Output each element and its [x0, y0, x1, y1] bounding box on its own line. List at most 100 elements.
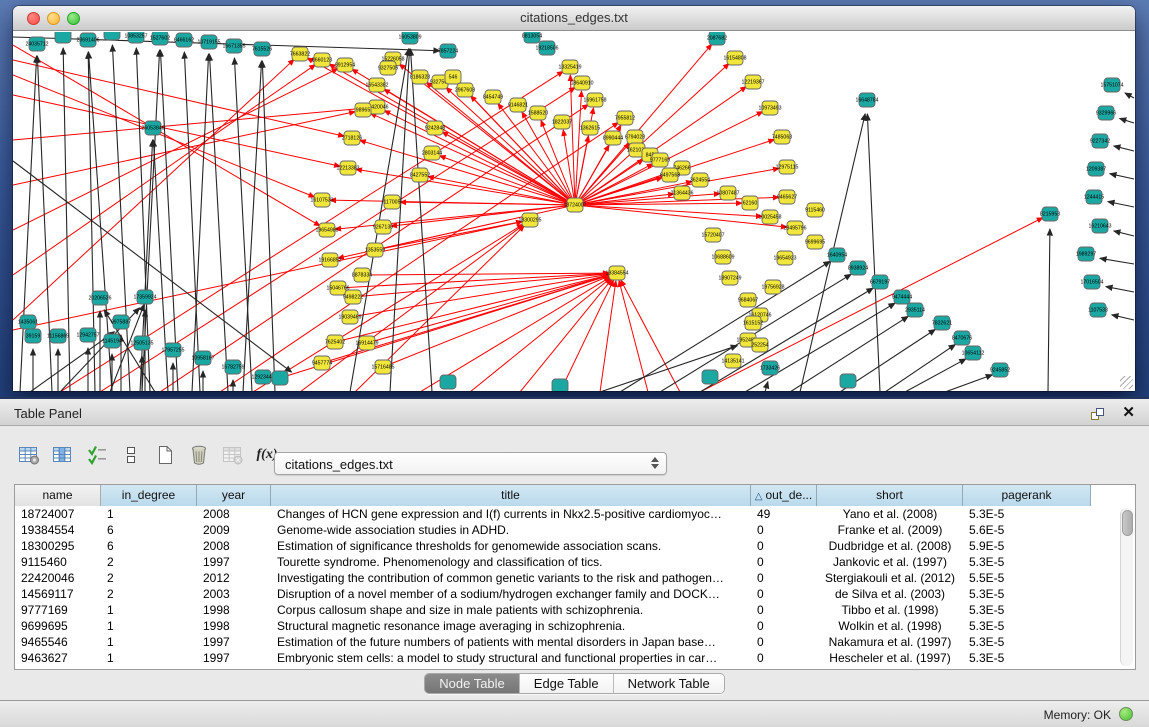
graph-edge[interactable]: [621, 280, 680, 391]
graph-edge[interactable]: [335, 275, 609, 342]
column-header-year[interactable]: year: [197, 485, 271, 506]
cell-year[interactable]: 2008: [197, 506, 271, 522]
cell-short[interactable]: Stergiakouli et al. (2012): [817, 570, 963, 586]
cell-pagerank[interactable]: 5.6E-5: [963, 522, 1091, 538]
cell-year[interactable]: 2012: [197, 570, 271, 586]
table-rows-icon[interactable]: [116, 441, 146, 469]
graph-edge[interactable]: [945, 375, 992, 391]
cell-year[interactable]: 1997: [197, 634, 271, 650]
graph-node[interactable]: [840, 374, 856, 388]
table-scrollbar[interactable]: [1120, 508, 1133, 666]
table-row[interactable]: 2242004622012Investigating the contribut…: [15, 570, 1135, 586]
graph-edge[interactable]: [570, 75, 575, 205]
close-panel-icon[interactable]: ✕: [1122, 403, 1135, 421]
graph-edge[interactable]: [209, 54, 228, 391]
column-header-name[interactable]: name: [15, 485, 101, 506]
cell-year[interactable]: 1997: [197, 554, 271, 570]
graph-node[interactable]: [104, 32, 120, 40]
cell-in_degree[interactable]: 1: [101, 634, 197, 650]
cell-year[interactable]: 2008: [197, 538, 271, 554]
cell-year[interactable]: 1998: [197, 602, 271, 618]
cell-short[interactable]: Yano et al. (2008): [817, 506, 963, 522]
cell-short[interactable]: de Silva et al. (2003): [817, 586, 963, 602]
graph-node[interactable]: [272, 371, 288, 385]
graph-edge[interactable]: [400, 202, 575, 205]
graph-edge[interactable]: [420, 277, 610, 391]
cell-name[interactable]: 9465546: [15, 634, 101, 650]
table-scrollbar-thumb[interactable]: [1122, 510, 1133, 536]
graph-edge[interactable]: [765, 382, 768, 391]
graph-edge[interactable]: [262, 61, 275, 391]
cell-name[interactable]: 9699695: [15, 618, 101, 634]
cell-short[interactable]: Dudbridge et al. (2008): [817, 538, 963, 554]
table-row[interactable]: 969969511998Structural magnetic resonanc…: [15, 618, 1135, 634]
column-header-short[interactable]: short: [817, 485, 963, 506]
graph-edge[interactable]: [1048, 229, 1050, 391]
float-panel-icon[interactable]: [1089, 406, 1105, 422]
graph-edge[interactable]: [13, 95, 340, 166]
graph-edge[interactable]: [905, 359, 966, 391]
network-canvas[interactable]: 2403571223691406108532571527602646616210…: [13, 32, 1135, 391]
graph-edge[interactable]: [1106, 287, 1134, 292]
graph-edge[interactable]: [619, 281, 648, 391]
cell-in_degree[interactable]: 6: [101, 538, 197, 554]
cell-out_de[interactable]: 0: [751, 650, 817, 666]
cell-out_de[interactable]: 0: [751, 618, 817, 634]
tab-node-table[interactable]: Node Table: [425, 674, 520, 693]
graph-edge[interactable]: [234, 58, 252, 391]
table-row[interactable]: 946554611997Estimation of the future num…: [15, 634, 1135, 650]
graph-edge[interactable]: [13, 59, 294, 320]
cell-out_de[interactable]: 0: [751, 538, 817, 554]
column-header-out_de[interactable]: △out_de...: [751, 485, 817, 506]
table-selector-dropdown[interactable]: citations_edges.txt: [274, 452, 667, 475]
cell-title[interactable]: Disruption of a novel member of a sodium…: [271, 586, 751, 602]
cell-title[interactable]: Estimation of significance thresholds fo…: [271, 538, 751, 554]
graph-edge[interactable]: [13, 108, 369, 140]
window-titlebar[interactable]: citations_edges.txt: [13, 6, 1135, 31]
cell-title[interactable]: Structural magnetic resonance image aver…: [271, 618, 751, 634]
cell-pagerank[interactable]: 5.9E-5: [963, 538, 1091, 554]
cell-out_de[interactable]: 0: [751, 570, 817, 586]
cell-name[interactable]: 19384554: [15, 522, 101, 538]
table-row[interactable]: 977716911998Corpus callosum shape and si…: [15, 602, 1135, 618]
graph-edge[interactable]: [600, 346, 737, 391]
graph-edge[interactable]: [13, 222, 522, 330]
graph-edge[interactable]: [1114, 146, 1134, 151]
cell-in_degree[interactable]: 1: [101, 650, 197, 666]
show-columns-icon[interactable]: [48, 441, 78, 469]
cell-pagerank[interactable]: 5.3E-5: [963, 634, 1091, 650]
cell-name[interactable]: 14569117: [15, 586, 101, 602]
graph-edge[interactable]: [600, 281, 616, 391]
cell-pagerank[interactable]: 5.3E-5: [963, 650, 1091, 666]
graph-edge[interactable]: [1108, 202, 1134, 207]
cell-name[interactable]: 18300295: [15, 538, 101, 554]
graph-node[interactable]: [702, 370, 718, 384]
cell-pagerank[interactable]: 5.3E-5: [963, 602, 1091, 618]
cell-in_degree[interactable]: 1: [101, 618, 197, 634]
cell-year[interactable]: 2009: [197, 522, 271, 538]
graph-edge[interactable]: [384, 89, 575, 205]
cell-out_de[interactable]: 0: [751, 634, 817, 650]
cell-in_degree[interactable]: 2: [101, 570, 197, 586]
tab-network-table[interactable]: Network Table: [614, 674, 724, 693]
graph-edge[interactable]: [13, 69, 338, 230]
graph-node[interactable]: [440, 375, 456, 389]
cell-name[interactable]: 9115460: [15, 554, 101, 570]
graph-edge[interactable]: [660, 274, 851, 391]
column-header-pagerank[interactable]: pagerank: [963, 485, 1091, 506]
cell-short[interactable]: Franke et al. (2009): [817, 522, 963, 538]
memory-ok-indicator[interactable]: [1119, 707, 1133, 721]
graph-edge[interactable]: [867, 114, 880, 391]
graph-edge[interactable]: [300, 225, 524, 391]
cell-year[interactable]: 1998: [197, 618, 271, 634]
column-header-in_degree[interactable]: in_degree: [101, 485, 197, 506]
cell-out_de[interactable]: 0: [751, 602, 817, 618]
column-header-title[interactable]: title: [271, 485, 751, 506]
graph-node[interactable]: [55, 32, 71, 43]
cell-name[interactable]: 18724007: [15, 506, 101, 522]
cell-title[interactable]: Genome-wide association studies in ADHD.: [271, 522, 751, 538]
graph-node[interactable]: [552, 379, 568, 391]
cell-pagerank[interactable]: 5.5E-5: [963, 570, 1091, 586]
cell-out_de[interactable]: 0: [751, 554, 817, 570]
table-row[interactable]: 1830029562008Estimation of significance …: [15, 538, 1135, 554]
